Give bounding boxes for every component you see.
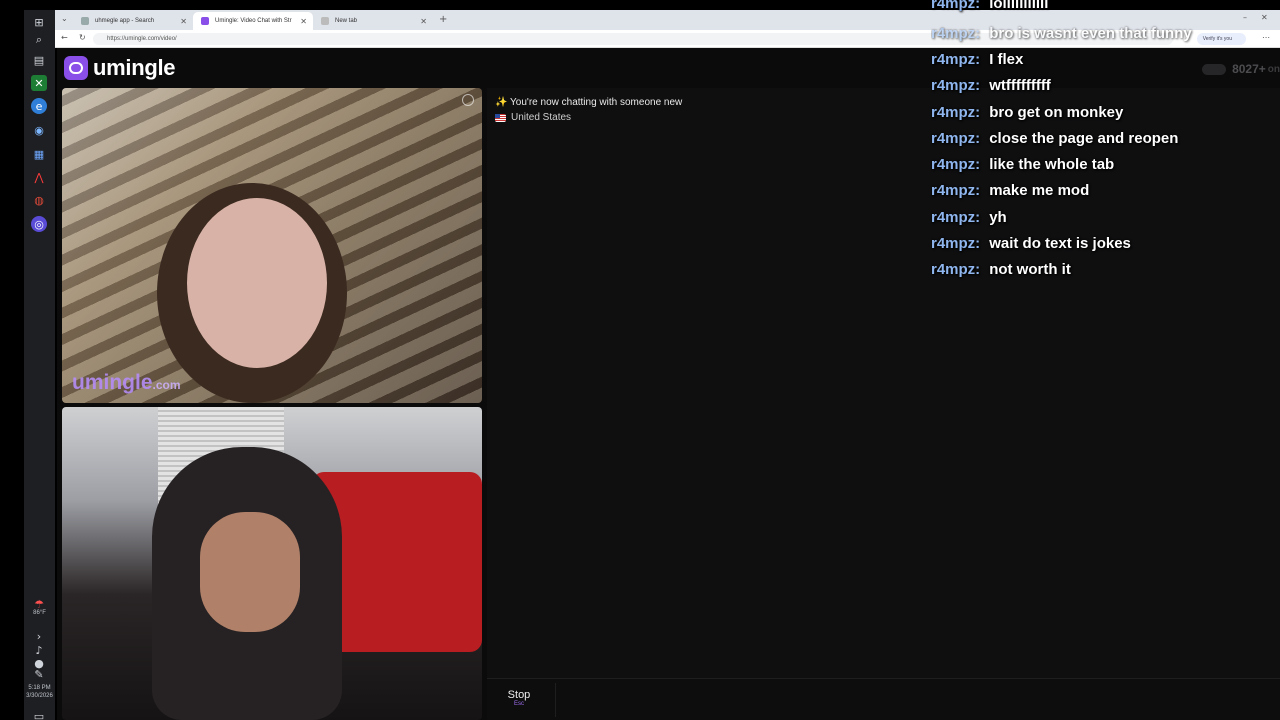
- tab-search[interactable]: uhmegle app - Search ✕: [73, 12, 193, 30]
- stranger-face: [187, 198, 327, 368]
- chat-username: r4mpz:: [931, 130, 981, 147]
- search-icon[interactable]: ⌕: [31, 32, 47, 48]
- logo-text: umingle: [93, 55, 176, 80]
- chat-username: r4mpz:: [931, 182, 981, 199]
- chat-text: I flex: [989, 51, 1024, 68]
- chat-username: r4mpz:: [931, 104, 981, 121]
- chat-username: r4mpz:: [931, 51, 981, 68]
- chat-message: r4mpz: yh: [931, 209, 1007, 226]
- windows-start-icon[interactable]: ⊞: [31, 14, 47, 30]
- chat-text: yh: [989, 209, 1007, 226]
- chat-text: make me mod: [989, 182, 1090, 199]
- chat-bubble-icon: [64, 56, 88, 80]
- chat-username: r4mpz:: [931, 235, 981, 252]
- chat-username: r4mpz:: [931, 77, 981, 94]
- chat-username: r4mpz:: [931, 209, 981, 226]
- chat-message: r4mpz: close the page and reopen: [931, 130, 1178, 147]
- chat-text: wait do text is jokes: [989, 235, 1131, 252]
- chat-controls: Stop Esc: [487, 678, 1280, 720]
- url-text: https://umingle.com/video/: [107, 36, 177, 42]
- chat-message: r4mpz: not worth it: [931, 261, 1071, 278]
- us-flag-icon: [495, 113, 506, 122]
- app-icon[interactable]: ◎: [31, 216, 47, 232]
- chat-message: r4mpz: like the whole tab: [931, 156, 1114, 173]
- task-view-icon[interactable]: ▤: [31, 52, 47, 68]
- self-face: [200, 512, 300, 632]
- tab-umingle[interactable]: Umingle: Video Chat with Str ✕: [193, 12, 313, 30]
- report-icon[interactable]: [462, 94, 474, 106]
- close-icon[interactable]: ✕: [180, 17, 187, 26]
- status-message: ✨ You're now chatting with someone new: [495, 97, 683, 108]
- back-icon[interactable]: ←: [61, 33, 68, 42]
- chat-username: r4mpz:: [931, 261, 981, 278]
- chat-message: r4mpz: lolllllllllll: [931, 0, 1048, 12]
- chat-input[interactable]: [555, 683, 1280, 717]
- store-icon[interactable]: ▦: [31, 146, 47, 162]
- taskbar: ⊞ ⌕ ▤ ✕ e ◉ ▦ ⋀ ◍ ◎ ☂ 86°F › ♪ ● ✎ 5:18 …: [24, 10, 55, 720]
- weather-temp: 86°F: [33, 610, 46, 616]
- xbox-icon[interactable]: ✕: [31, 75, 47, 91]
- tab-list-chevron-icon[interactable]: ⌄: [61, 14, 68, 23]
- chat-text: like the whole tab: [989, 156, 1115, 173]
- chat-text: lolllllllllll: [989, 0, 1049, 12]
- tab-label: uhmegle app - Search: [95, 18, 155, 24]
- tab-label: New tab: [335, 18, 358, 24]
- search-tab-icon: [81, 17, 89, 25]
- close-icon[interactable]: ✕: [300, 17, 307, 26]
- watermark-text: umingle: [72, 371, 153, 394]
- tab-new[interactable]: New tab ✕: [313, 12, 433, 30]
- chat-text: not worth it: [989, 261, 1071, 278]
- chat-text: bro is wasnt even that funny: [989, 25, 1192, 42]
- acrobat-icon[interactable]: ⋀: [31, 169, 47, 185]
- refresh-icon[interactable]: ↻: [79, 33, 86, 42]
- watermark: umingle.com: [72, 371, 181, 395]
- stop-hint: Esc: [513, 701, 524, 707]
- clock-date: 3/30/2026: [26, 693, 53, 699]
- chat-username: r4mpz:: [931, 25, 981, 42]
- screen: ⊞ ⌕ ▤ ✕ e ◉ ▦ ⋀ ◍ ◎ ☂ 86°F › ♪ ● ✎ 5:18 …: [0, 0, 1280, 720]
- chat-message: r4mpz: bro is wasnt even that funny: [931, 25, 1192, 42]
- steam-icon[interactable]: ◉: [31, 122, 47, 138]
- stop-label: Stop: [507, 689, 531, 701]
- watermark-suffix: .com: [152, 378, 181, 392]
- chat-text: close the page and reopen: [989, 130, 1179, 147]
- chat-status: ✨ You're now chatting with someone new U…: [495, 97, 682, 123]
- chat-message: r4mpz: bro get on monkey: [931, 104, 1123, 121]
- chat-username: r4mpz:: [931, 156, 981, 173]
- chat-text: bro get on monkey: [989, 104, 1124, 121]
- stop-button[interactable]: Stop Esc: [505, 689, 533, 707]
- clock-time: 5:18 PM: [28, 685, 51, 691]
- tab-label: Umingle: Video Chat with Str: [215, 18, 292, 24]
- self-video: [62, 407, 482, 720]
- chat-text: wtfffffffff: [989, 77, 1051, 94]
- chat-message: r4mpz: make me mod: [931, 182, 1089, 199]
- logo[interactable]: umingle: [64, 55, 176, 81]
- chat-username: r4mpz:: [931, 0, 981, 12]
- notification-icon[interactable]: ▭: [31, 708, 47, 720]
- chat-message: r4mpz: I flex: [931, 51, 1023, 68]
- new-tab-button[interactable]: +: [439, 14, 447, 25]
- stream-chat-overlay: r4mpz: lolllllllllll r4mpz: bro is wasnt e…: [931, 0, 1280, 290]
- umingle-tab-icon: [201, 17, 209, 25]
- close-icon[interactable]: ✕: [420, 17, 427, 26]
- edge-icon[interactable]: e: [31, 98, 47, 114]
- country-line: United States: [495, 112, 682, 123]
- chrome-icon[interactable]: ◍: [31, 192, 47, 208]
- new-tab-icon: [321, 17, 329, 25]
- pen-icon[interactable]: ✎: [31, 666, 47, 682]
- country-label: United States: [511, 112, 572, 123]
- stranger-video: umingle.com: [62, 88, 482, 403]
- chat-message: r4mpz: wtfffffffff: [931, 77, 1051, 94]
- chat-message: r4mpz: wait do text is jokes: [931, 235, 1131, 252]
